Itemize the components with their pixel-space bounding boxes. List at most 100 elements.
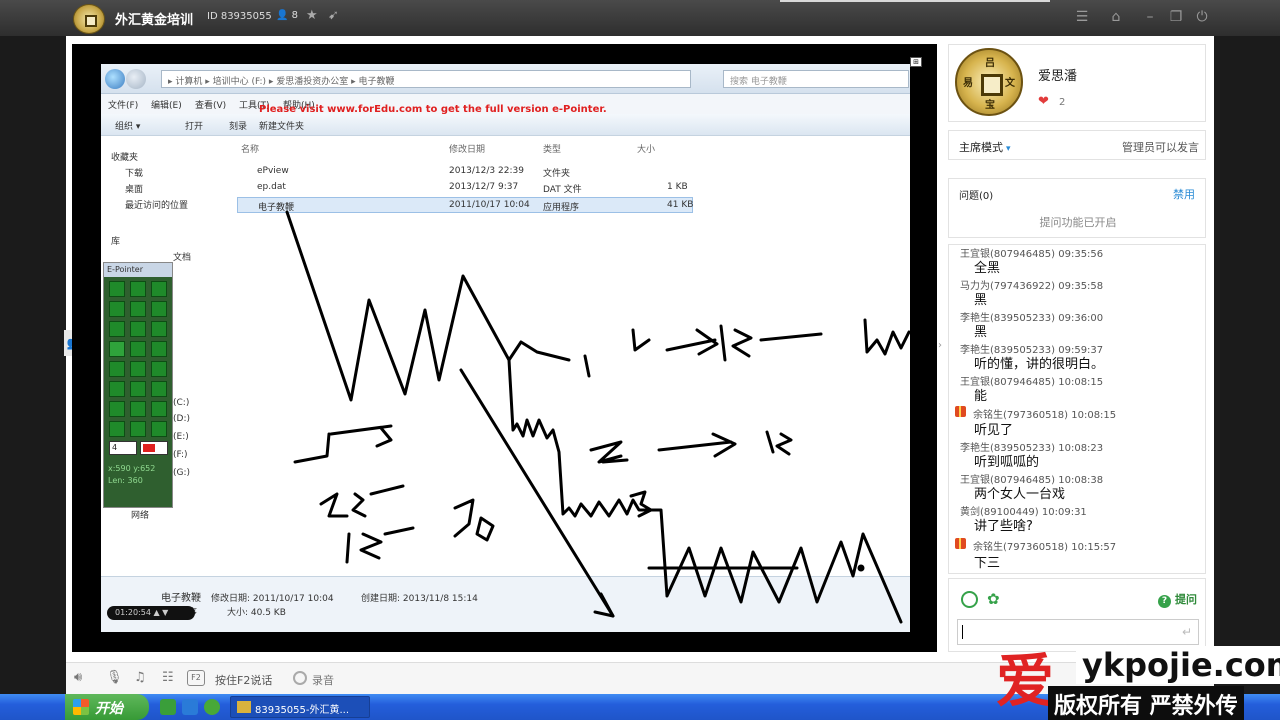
marker-tool-icon[interactable] bbox=[130, 321, 146, 337]
minimize-icon[interactable]: – bbox=[1140, 8, 1160, 26]
menu-file[interactable]: 文件(F) bbox=[108, 98, 138, 111]
skin-icon[interactable]: ⌂ bbox=[1106, 8, 1126, 26]
cmd-new-folder[interactable]: 新建文件夹 bbox=[259, 119, 304, 132]
help-tool-icon[interactable] bbox=[151, 421, 167, 437]
music-icon[interactable]: ♫ bbox=[134, 670, 146, 686]
room-logo bbox=[73, 4, 105, 34]
chat-user: 余铭生(797360518) 10:15:57 bbox=[973, 542, 1117, 553]
file-row[interactable]: ePview 2013/12/3 22:39 文件夹 bbox=[237, 164, 697, 180]
explorer-path[interactable]: ▸ 计算机 ▸ 培训中心 (F:) ▸ 爱思潘投资办公室 ▸ 电子教鞭 bbox=[161, 70, 691, 88]
file-row-selected[interactable]: 电子教鞭 2011/10/17 10:04 应用程序 41 KB bbox=[237, 197, 693, 213]
paste-tool-icon[interactable] bbox=[130, 301, 146, 317]
explorer-search[interactable]: 搜索 电子教鞭 bbox=[723, 70, 909, 88]
cmd-open[interactable]: 打开 bbox=[185, 119, 203, 132]
ie-icon[interactable] bbox=[182, 699, 198, 715]
emoji-icon[interactable] bbox=[961, 591, 978, 608]
undo-tool-icon[interactable] bbox=[109, 401, 125, 417]
nav-recent[interactable]: 最近访问的位置 bbox=[125, 198, 188, 211]
media-icon[interactable] bbox=[204, 699, 220, 715]
ellipse-tool-icon[interactable] bbox=[130, 361, 146, 377]
share-icon[interactable]: ➹ bbox=[328, 8, 339, 23]
avatar[interactable]: 吕 文 宝 易 bbox=[955, 48, 1023, 116]
nav-favorites[interactable]: 收藏夹 bbox=[111, 150, 138, 163]
exit-tool-icon[interactable] bbox=[109, 421, 125, 437]
copy-tool-icon[interactable] bbox=[109, 301, 125, 317]
text-tool-icon[interactable] bbox=[130, 381, 146, 397]
zoom-tool-icon[interactable] bbox=[151, 401, 167, 417]
line-tool-icon[interactable] bbox=[109, 341, 125, 357]
menu-view[interactable]: 查看(V) bbox=[195, 98, 226, 111]
ask-question-button[interactable]: ? 提问 bbox=[1158, 591, 1197, 608]
pen-color-swatch bbox=[143, 444, 155, 452]
filled-ellipse-tool-icon[interactable] bbox=[109, 381, 125, 397]
title-bar: 外汇黄金培训 ID 83935055 👤 8 ★ ➹ ☰ ⌂ – ❐ ⏻ bbox=[0, 0, 1280, 36]
cmd-burn[interactable]: 刻录 bbox=[229, 119, 247, 132]
fullscreen-icon[interactable]: ⊞ bbox=[910, 57, 922, 67]
nav-downloads[interactable]: 下载 bbox=[125, 166, 143, 179]
annotation-90 bbox=[453, 498, 495, 542]
arrow-tool-icon[interactable] bbox=[151, 341, 167, 357]
nav-drive-f[interactable]: (F:) bbox=[173, 450, 188, 460]
image-tool-icon[interactable] bbox=[151, 281, 167, 297]
window-tool-icon[interactable] bbox=[151, 301, 167, 317]
quicklaunch-icon[interactable] bbox=[160, 699, 176, 715]
nav-drive-d[interactable]: (D:) bbox=[173, 414, 190, 424]
cmd-organize[interactable]: 组织 ▾ bbox=[115, 119, 140, 132]
col-date[interactable]: 修改日期 bbox=[449, 142, 485, 155]
microphone-icon[interactable]: 🎙︎ bbox=[106, 670, 123, 686]
nav-documents[interactable]: 文档 bbox=[173, 250, 191, 263]
annotation-dot bbox=[857, 564, 865, 572]
pen-color-select[interactable] bbox=[140, 441, 168, 455]
speaker-icon[interactable]: 🔊︎ bbox=[74, 670, 82, 686]
back-icon[interactable] bbox=[105, 69, 125, 89]
mixer-icon[interactable]: ☷ bbox=[162, 670, 174, 686]
record-icon[interactable] bbox=[293, 671, 307, 685]
menu-list-icon[interactable]: ☰ bbox=[1072, 8, 1092, 26]
col-type[interactable]: 类型 bbox=[543, 142, 561, 155]
watermark-ai: 爱 bbox=[996, 647, 1055, 715]
col-name[interactable]: 名称 bbox=[241, 142, 259, 155]
cursor-tool-icon[interactable] bbox=[130, 421, 146, 437]
col-size[interactable]: 大小 bbox=[637, 142, 655, 155]
mode-select[interactable]: 主席模式 ▾ bbox=[959, 139, 1011, 155]
file-row[interactable]: ep.dat 2013/12/7 9:37 DAT 文件 1 KB bbox=[237, 180, 697, 196]
flower-icon[interactable]: ✿ bbox=[987, 590, 1000, 608]
fade-tool-icon[interactable] bbox=[151, 381, 167, 397]
pen-size-select[interactable]: 4 bbox=[109, 441, 137, 455]
palette-tool-icon[interactable] bbox=[151, 321, 167, 337]
gift-icon bbox=[955, 406, 966, 417]
menu-edit[interactable]: 编辑(E) bbox=[151, 98, 182, 111]
chat-list[interactable]: 王宜银(807946485) 09:35:56 全黑 马力为(797436922… bbox=[948, 244, 1206, 574]
start-button[interactable]: 开始 bbox=[65, 694, 149, 720]
timer-icons: ▲ ▼ bbox=[153, 608, 169, 617]
pen-tool-icon[interactable] bbox=[109, 281, 125, 297]
eraser-tool-icon[interactable] bbox=[109, 321, 125, 337]
annotation-num-3 bbox=[629, 490, 653, 518]
grid-tool-icon[interactable] bbox=[130, 401, 146, 417]
power-icon[interactable]: ⏻ bbox=[1192, 8, 1212, 26]
nav-libraries[interactable]: 库 bbox=[111, 234, 120, 247]
collapse-panel-icon[interactable]: › bbox=[938, 340, 942, 351]
chat-text: 听见了 bbox=[974, 423, 1014, 438]
nav-drive-c[interactable]: (C:) bbox=[173, 398, 189, 408]
forward-icon[interactable] bbox=[126, 69, 146, 89]
mode-permission: 管理员可以发言 bbox=[1122, 141, 1199, 154]
seal-char-right: 文 bbox=[1005, 78, 1015, 89]
nav-desktop[interactable]: 桌面 bbox=[125, 182, 143, 195]
nav-drive-g[interactable]: (G:) bbox=[173, 468, 190, 478]
slash-tool-icon[interactable] bbox=[130, 341, 146, 357]
screen-tool-icon[interactable] bbox=[130, 281, 146, 297]
filled-rect-tool-icon[interactable] bbox=[151, 361, 167, 377]
favorite-icon[interactable]: ★ bbox=[306, 8, 318, 23]
nav-network[interactable]: 网络 bbox=[131, 508, 149, 521]
disable-questions-link[interactable]: 禁用 bbox=[1173, 186, 1195, 202]
push-to-talk-label[interactable]: 按住F2说话 bbox=[215, 672, 272, 688]
heart-icon[interactable]: ❤ bbox=[1038, 94, 1049, 109]
chat-text: 听的懂，讲的很明白。 bbox=[974, 357, 1105, 372]
nav-drive-e[interactable]: (E:) bbox=[173, 432, 189, 442]
record-label[interactable]: 录音 bbox=[312, 672, 334, 688]
maximize-icon[interactable]: ❐ bbox=[1166, 8, 1186, 26]
taskbar-window-button[interactable]: 83935055-外汇黄... bbox=[230, 696, 370, 718]
rectangle-tool-icon[interactable] bbox=[109, 361, 125, 377]
people-count: 👤 8 bbox=[276, 10, 299, 21]
